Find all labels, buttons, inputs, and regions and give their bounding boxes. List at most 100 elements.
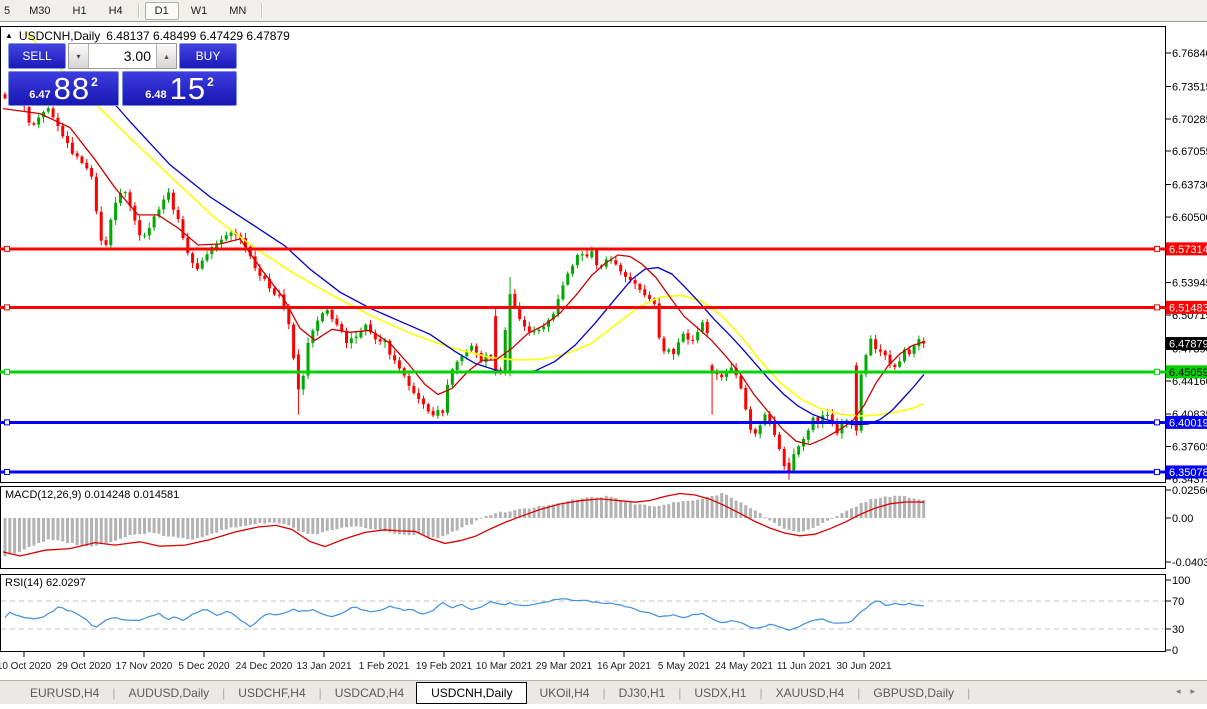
candle-body (879, 349, 882, 351)
macd-bar (350, 518, 353, 527)
macd-bar (316, 518, 319, 534)
hline-anchor[interactable] (1155, 420, 1160, 425)
macd-bar (273, 518, 276, 523)
macd-label: MACD(12,26,9) 0.014248 0.014581 (5, 489, 179, 501)
macd-bar (658, 506, 661, 518)
macd-bar (653, 506, 656, 518)
macd-bar (331, 518, 334, 530)
candle-body (643, 289, 646, 295)
macd-bar (451, 518, 454, 532)
macd-bar (499, 512, 502, 518)
macd-bar (282, 518, 285, 524)
timeframe-m5[interactable]: 5 (1, 2, 17, 20)
hline-anchor[interactable] (1155, 469, 1160, 474)
tab-eurusd-h4[interactable]: EURUSD,H4 (18, 683, 111, 703)
macd-bar (71, 518, 74, 543)
date-axis-label: 5 May 2021 (658, 661, 711, 672)
sell-price-box[interactable]: 6.47 88 2 (8, 71, 119, 106)
macd-bar (109, 518, 112, 542)
price-axis-label: 6.76840 (1172, 48, 1207, 60)
macd-bar (475, 518, 478, 520)
candle-body (153, 216, 156, 227)
sell-button[interactable]: SELL (8, 43, 66, 69)
timeframe-m30[interactable]: M30 (19, 2, 60, 20)
timeframe-w1[interactable]: W1 (181, 2, 218, 20)
macd-bar (138, 518, 141, 534)
macd-bar (845, 511, 848, 518)
timeframe-d1[interactable]: D1 (145, 2, 179, 20)
candle-body (470, 346, 473, 351)
tab-usdcad-h4[interactable]: USDCAD,H4 (323, 683, 416, 703)
candle-body (783, 449, 786, 466)
macd-bar (297, 518, 300, 531)
candle-body (114, 203, 117, 220)
hline-anchor[interactable] (5, 369, 10, 374)
candle-body (225, 235, 228, 239)
timeframe-h1[interactable]: H1 (63, 2, 97, 20)
candle-body (71, 143, 74, 154)
candle-body (427, 404, 430, 411)
candle-body (581, 254, 584, 255)
candle-body (331, 310, 334, 319)
candle-body (417, 393, 420, 399)
candle-body (321, 313, 324, 321)
candle-body (412, 386, 415, 393)
hline-anchor[interactable] (5, 469, 10, 474)
timeframe-h4[interactable]: H4 (99, 2, 133, 20)
date-axis-label: 17 Nov 2020 (116, 661, 173, 672)
symbol-tab-bar: EURUSD,H4 | AUDUSD,Daily | USDCHF,H4 | U… (0, 680, 1207, 704)
macd-bar (244, 518, 247, 526)
tab-usdx-h1[interactable]: USDX,H1 (682, 683, 758, 703)
macd-bar (42, 518, 45, 542)
macd-bar (119, 518, 122, 539)
candle-body (614, 260, 617, 264)
candle-body (206, 254, 209, 260)
macd-bar (913, 498, 916, 518)
buy-button[interactable]: BUY (179, 43, 237, 69)
macd-bar (581, 499, 584, 518)
candle-body (61, 126, 64, 136)
candle-body (504, 330, 507, 373)
macd-bar (47, 518, 50, 539)
collapse-panel-icon[interactable]: ▲ (5, 31, 13, 41)
macd-bar (133, 518, 136, 535)
candle-body (316, 321, 319, 331)
macd-bar (220, 518, 223, 530)
candle-body (90, 168, 93, 177)
hline-anchor[interactable] (1155, 369, 1160, 374)
macd-bar (537, 506, 540, 518)
macd-bar (662, 505, 665, 518)
macd-bar (691, 501, 694, 518)
tab-audusd-daily[interactable]: AUDUSD,Daily (116, 683, 221, 703)
hline-anchor[interactable] (1155, 246, 1160, 251)
macd-bar (792, 518, 795, 531)
hline-anchor[interactable] (1155, 305, 1160, 310)
candle-body (754, 429, 757, 433)
tab-usdchf-h4[interactable]: USDCHF,H4 (226, 683, 317, 703)
tab-scroll-right-icon[interactable]: ▸ (1190, 686, 1195, 697)
volume-increase-button[interactable]: ▴ (156, 44, 176, 68)
macd-bar (739, 502, 742, 518)
tab-scroll-left-icon[interactable]: ◂ (1176, 686, 1181, 697)
volume-decrease-button[interactable]: ▾ (69, 44, 89, 68)
candle-body (326, 310, 329, 314)
tab-ukoil-h4[interactable]: UKOil,H4 (527, 683, 601, 703)
macd-bar (302, 518, 305, 532)
date-axis-label: 10 Oct 2020 (0, 661, 52, 672)
macd-bar (143, 518, 146, 534)
macd-bar (677, 502, 680, 518)
tab-gbpusd-daily[interactable]: GBPUSD,Daily (861, 683, 966, 703)
volume-input[interactable]: 3.00 (89, 44, 156, 68)
hline-anchor[interactable] (5, 246, 10, 251)
macd-bar (614, 498, 617, 518)
candle-body (855, 365, 858, 430)
tab-dj30-h1[interactable]: DJ30,H1 (607, 683, 678, 703)
tab-usdcnh-daily[interactable]: USDCNH,Daily (416, 682, 527, 704)
buy-price-box[interactable]: 6.48 15 2 (122, 71, 237, 106)
hline-anchor[interactable] (5, 305, 10, 310)
timeframe-mn[interactable]: MN (219, 2, 256, 20)
candle-body (273, 288, 276, 294)
candle-body (167, 192, 170, 199)
hline-anchor[interactable] (5, 420, 10, 425)
tab-xauusd-h4[interactable]: XAUUSD,H4 (764, 683, 857, 703)
